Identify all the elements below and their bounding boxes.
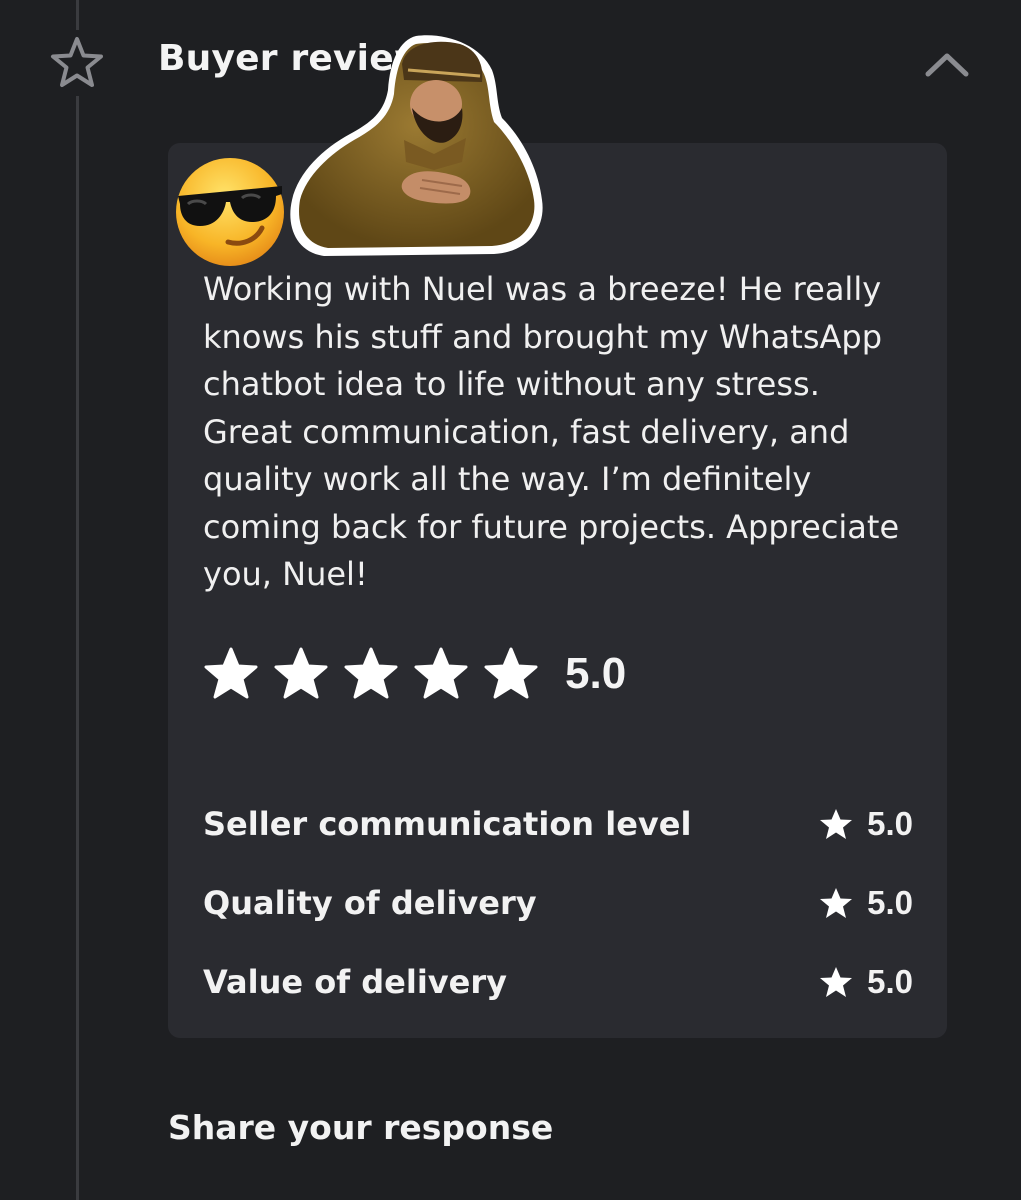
star-filled-icon <box>820 809 853 839</box>
rating-stars <box>203 647 539 701</box>
review-line: chatbot idea to life without any stress. <box>203 365 820 403</box>
star-filled-icon <box>344 647 398 699</box>
sub-rating-value: 5.0 <box>867 884 913 921</box>
review-line: you, Nuel! <box>203 555 368 593</box>
sub-rating-value: 5.0 <box>867 963 913 1000</box>
sub-rating-value-of-delivery: Value of delivery 5.0 <box>203 960 913 1004</box>
chevron-up-icon[interactable] <box>922 44 972 84</box>
review-line: coming back for future projects. Appreci… <box>203 507 900 546</box>
sub-rating-label: Seller communication level <box>203 805 692 843</box>
star-outline-icon <box>44 30 110 96</box>
star-filled-icon <box>820 888 853 918</box>
sunglasses-emoji-icon <box>172 156 288 268</box>
sub-rating-score: 5.0 <box>819 884 913 922</box>
rating-value: 5.0 <box>565 649 627 698</box>
review-line: Great communication, fast delivery, and <box>203 412 850 451</box>
sub-rating-communication: Seller communication level 5.0 <box>203 802 913 846</box>
review-text: Working with Nuel was a breeze! He reall… <box>203 266 923 599</box>
sub-rating-score: 5.0 <box>819 805 913 843</box>
star-filled-icon <box>820 967 853 997</box>
sub-rating-label: Quality of delivery <box>203 884 537 922</box>
star-filled-icon <box>414 647 468 699</box>
share-response-link[interactable]: Share your response <box>168 1108 553 1147</box>
overall-rating: 5.0 <box>203 644 626 704</box>
review-line: quality work all the way. I’m definitely <box>203 460 812 498</box>
person-sticker <box>284 30 546 260</box>
review-line: knows his stuff and brought my WhatsApp <box>203 317 882 356</box>
sub-rating-label: Value of delivery <box>203 963 507 1001</box>
review-line: Working with Nuel was a breeze! He reall… <box>203 270 882 308</box>
sub-rating-value: 5.0 <box>867 805 913 842</box>
sub-rating-quality: Quality of delivery 5.0 <box>203 881 913 925</box>
timeline-line <box>76 0 79 1200</box>
star-filled-icon <box>274 647 328 699</box>
star-filled-icon <box>484 647 538 699</box>
sub-rating-score: 5.0 <box>819 963 913 1001</box>
star-filled-icon <box>204 647 258 699</box>
